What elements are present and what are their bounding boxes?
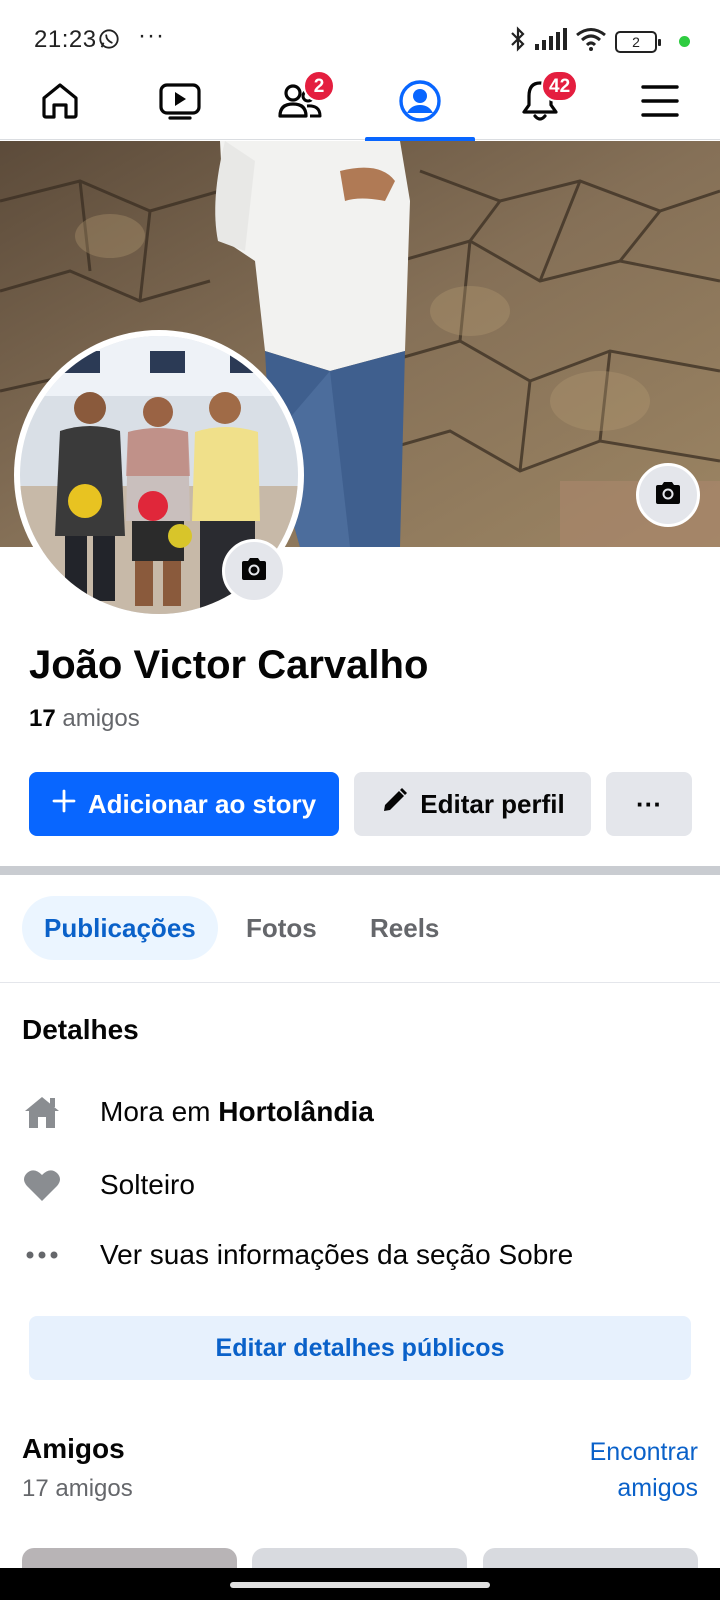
lives-prefix: Mora em <box>100 1096 211 1127</box>
battery-icon: 2 <box>615 30 661 53</box>
menu-icon <box>640 83 680 124</box>
avatar-camera-button[interactable] <box>222 539 286 603</box>
nav-video[interactable] <box>125 66 235 140</box>
lives-city: Hortolândia <box>218 1096 374 1127</box>
find-friends-line2: amigos <box>617 1474 698 1502</box>
friends-section-subtitle: 17 amigos <box>22 1475 133 1502</box>
about-text: Ver suas informações da seção Sobre <box>100 1239 574 1270</box>
detail-relationship[interactable]: Solteiro <box>22 1163 702 1207</box>
tab-reels[interactable]: Reels <box>348 896 461 960</box>
whatsapp-icon <box>98 28 120 55</box>
profile-icon <box>398 79 442 128</box>
wifi-icon <box>575 27 607 56</box>
pencil-icon <box>380 787 408 822</box>
friends-count[interactable]: 17 amigos <box>29 705 140 733</box>
profile-name: João Victor Carvalho <box>29 643 429 687</box>
notifications-badge: 42 <box>541 70 579 102</box>
profile-tabs: Publicações Fotos Reels <box>0 896 720 962</box>
top-nav: 2 42 <box>0 66 720 141</box>
friends-section-title: Amigos <box>22 1433 125 1464</box>
detail-about[interactable]: Ver suas informações da seção Sobre <box>22 1233 702 1277</box>
home-icon <box>39 80 81 127</box>
heart-icon <box>22 1165 62 1205</box>
status-bar: 21:23 ··· 2 <box>0 0 720 66</box>
add-story-button[interactable]: Adicionar ao story <box>29 772 339 836</box>
video-icon <box>158 80 202 127</box>
edit-public-details-button[interactable]: Editar detalhes públicos <box>29 1316 691 1380</box>
more-options-button[interactable]: ··· <box>606 772 692 836</box>
signal-icon <box>535 28 567 55</box>
plus-icon <box>52 789 76 820</box>
more-dots-icon: ··· <box>636 788 662 819</box>
friends-count-label: amigos <box>62 705 140 732</box>
camera-icon <box>653 480 683 511</box>
status-time: 21:23 <box>34 26 97 53</box>
relationship-text: Solteiro <box>100 1169 195 1200</box>
detail-lives-in-text: Mora em Hortolândia <box>100 1096 374 1128</box>
nav-profile[interactable] <box>365 66 475 141</box>
tab-fotos[interactable]: Fotos <box>224 896 339 960</box>
nav-menu[interactable] <box>605 66 715 140</box>
add-story-label: Adicionar ao story <box>87 788 317 819</box>
tab-publicacoes[interactable]: Publicações <box>22 896 218 960</box>
camera-icon <box>239 556 269 587</box>
status-indicator-dot <box>679 36 690 47</box>
nav-notifications[interactable]: 42 <box>485 66 595 140</box>
nav-home[interactable] <box>5 66 115 140</box>
friends-count-number: 17 <box>29 705 56 732</box>
edit-profile-button[interactable]: Editar perfil <box>354 772 591 836</box>
status-overflow: ··· <box>138 22 165 49</box>
find-friends-link[interactable]: Encontrar amigos <box>558 1434 698 1506</box>
nav-friends[interactable]: 2 <box>245 66 355 140</box>
cover-camera-button[interactable] <box>636 463 700 527</box>
house-icon <box>22 1092 62 1132</box>
find-friends-line1: Encontrar <box>589 1438 698 1466</box>
friends-badge: 2 <box>303 70 335 102</box>
details-title: Detalhes <box>22 1014 139 1045</box>
bluetooth-icon <box>509 26 527 57</box>
edit-profile-label: Editar perfil <box>420 788 565 819</box>
home-indicator[interactable] <box>230 1582 490 1588</box>
detail-lives-in[interactable]: Mora em Hortolândia <box>22 1090 702 1134</box>
status-icons: 2 <box>509 26 690 57</box>
section-divider <box>0 866 720 875</box>
more-dots-icon <box>22 1235 62 1275</box>
tabs-divider <box>0 982 720 983</box>
